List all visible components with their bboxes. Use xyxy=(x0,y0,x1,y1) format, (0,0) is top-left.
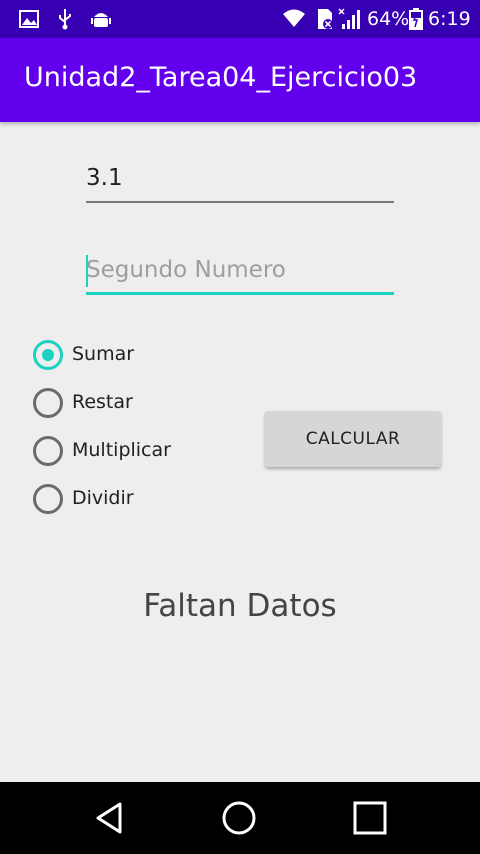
signal-icon xyxy=(338,8,360,29)
radio-unchecked-icon xyxy=(33,436,63,466)
first-number-field[interactable]: 3.1 xyxy=(86,153,394,203)
sim-icon xyxy=(318,9,333,29)
wifi-icon xyxy=(283,9,305,27)
radio-dot xyxy=(42,349,54,361)
second-number-field[interactable]: Segundo Numero xyxy=(86,245,394,295)
app-title: Unidad2_Tarea04_Ejercicio03 xyxy=(24,62,418,93)
first-number-value: 3.1 xyxy=(86,165,123,191)
radio-checked-icon xyxy=(33,340,63,370)
radio-label-dividir: Dividir xyxy=(72,487,134,509)
home-icon[interactable] xyxy=(221,800,257,836)
radio-label-restar: Restar xyxy=(72,391,133,413)
radio-label-multiplicar: Multiplicar xyxy=(72,439,171,461)
navigation-bar xyxy=(0,782,480,854)
battery-icon xyxy=(409,8,423,30)
status-bar: 64% 6:19 xyxy=(0,0,480,38)
usb-icon xyxy=(59,9,71,30)
result-text: Faltan Datos xyxy=(143,588,337,624)
recents-icon[interactable] xyxy=(352,800,388,836)
image-icon xyxy=(19,10,39,28)
back-icon[interactable] xyxy=(92,800,128,836)
radio-label-sumar: Sumar xyxy=(72,343,135,365)
clock: 6:19 xyxy=(428,8,471,30)
battery-percent: 64% xyxy=(367,8,410,30)
radio-unchecked-icon xyxy=(33,484,63,514)
second-number-underline xyxy=(86,292,394,295)
calculate-button[interactable]: CALCULAR xyxy=(265,411,441,467)
second-number-placeholder: Segundo Numero xyxy=(86,257,286,283)
app-bar: Unidad2_Tarea04_Ejercicio03 xyxy=(0,38,480,122)
radio-unchecked-icon xyxy=(33,388,63,418)
android-debug-icon xyxy=(91,13,111,27)
first-number-underline xyxy=(86,201,394,203)
